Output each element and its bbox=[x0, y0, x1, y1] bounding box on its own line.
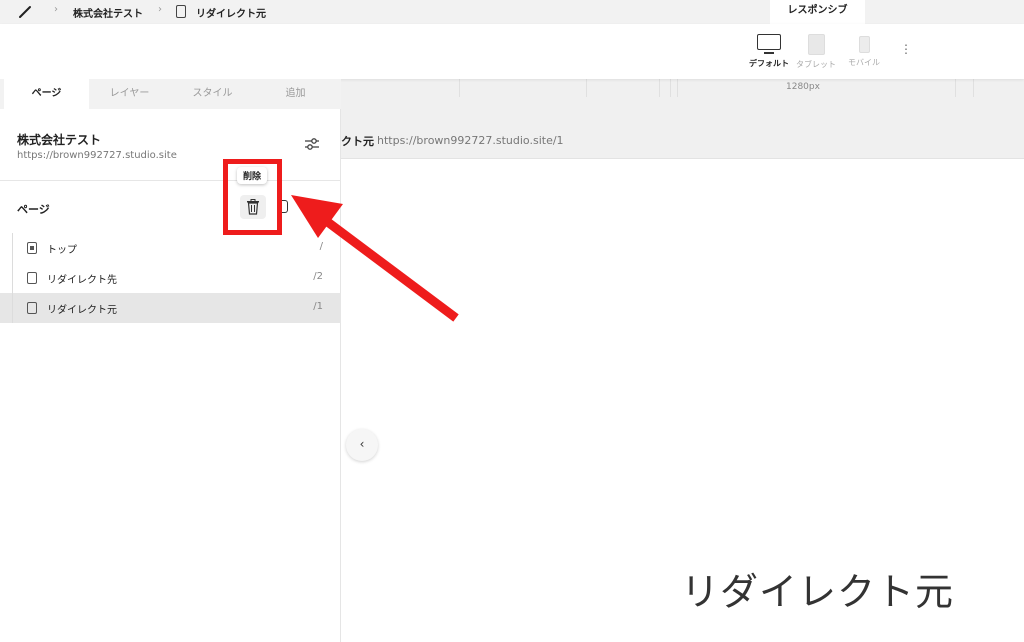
site-url[interactable]: https://brown992727.studio.site bbox=[17, 150, 177, 161]
canvas[interactable]: 1280px クト元 https://brown992727.studio.si… bbox=[341, 79, 1024, 642]
canvas-page-url[interactable]: https://brown992727.studio.site/1 bbox=[377, 134, 564, 147]
panel-tabs: ページ レイヤー スタイル 追加 bbox=[0, 79, 341, 109]
studio-editor: › 株式会社テスト › リダイレクト元 レスポンシブ デフォルト タブレット モ… bbox=[0, 0, 1024, 642]
ruler-tick bbox=[659, 79, 660, 97]
page-row-label: リダイレクト先 bbox=[47, 275, 117, 286]
tab-responsive[interactable]: レスポンシブ bbox=[770, 0, 865, 24]
tab-add[interactable]: 追加 bbox=[253, 79, 338, 109]
device-toolbar: デフォルト タブレット モバイル ⋮ bbox=[0, 24, 1024, 79]
page-row-redirect-source[interactable]: リダイレクト元 /1 bbox=[0, 293, 341, 323]
canvas-page-header: クト元 https://brown992727.studio.site/1 bbox=[341, 97, 1024, 159]
chevron-right-icon: › bbox=[158, 4, 162, 15]
ruler-tick bbox=[973, 79, 974, 97]
more-options-icon[interactable]: ⋮ bbox=[900, 42, 912, 56]
page-row-path: /2 bbox=[313, 271, 323, 282]
page-icon bbox=[27, 302, 37, 314]
tab-pages[interactable]: ページ bbox=[4, 79, 89, 109]
device-label: デフォルト bbox=[749, 59, 789, 68]
chevron-left-icon: ‹ bbox=[359, 437, 365, 451]
page-row-label: トップ bbox=[47, 245, 77, 256]
breakpoint-ruler: 1280px bbox=[341, 79, 1024, 97]
pen-icon[interactable] bbox=[18, 5, 32, 19]
device-default-button[interactable]: デフォルト bbox=[745, 34, 793, 69]
page-row-path: /1 bbox=[313, 301, 323, 312]
ruler-tick bbox=[955, 79, 956, 97]
pages-section-label: ページ bbox=[17, 203, 50, 216]
breadcrumb-page[interactable]: リダイレクト元 bbox=[196, 5, 266, 20]
page-heading[interactable]: リダイレクト元 bbox=[681, 561, 954, 616]
settings-sliders-icon[interactable] bbox=[303, 136, 321, 152]
breadcrumb-project[interactable]: 株式会社テスト bbox=[73, 5, 143, 20]
device-label: タブレット bbox=[796, 60, 836, 69]
page-row-path: / bbox=[319, 241, 323, 252]
chevron-right-icon: › bbox=[54, 4, 58, 15]
tab-layers[interactable]: レイヤー bbox=[87, 79, 172, 109]
tree-guide bbox=[12, 233, 13, 263]
ruler-tick bbox=[677, 79, 678, 97]
page-icon bbox=[27, 272, 37, 284]
tablet-icon bbox=[807, 34, 825, 55]
ruler-tick bbox=[459, 79, 460, 97]
annotation-highlight-box bbox=[223, 159, 282, 235]
divider bbox=[0, 180, 341, 181]
tab-styles[interactable]: スタイル bbox=[170, 79, 255, 109]
device-tablet-button[interactable]: タブレット bbox=[794, 34, 838, 70]
breadcrumb: › 株式会社テスト › リダイレクト元 レスポンシブ bbox=[0, 0, 1024, 24]
page-list: トップ / リダイレクト先 /2 リダイレクト元 /1 bbox=[0, 233, 341, 323]
tree-guide bbox=[12, 263, 13, 293]
page-row-top[interactable]: トップ / bbox=[0, 233, 341, 263]
home-page-icon bbox=[27, 242, 37, 254]
device-label: モバイル bbox=[848, 58, 880, 67]
left-panel: ページ レイヤー スタイル 追加 株式会社テスト https://brown99… bbox=[0, 79, 341, 642]
page-row-label: リダイレクト元 bbox=[47, 305, 117, 316]
canvas-width-label: 1280px bbox=[786, 82, 820, 92]
tree-guide bbox=[12, 293, 13, 323]
add-page-icon[interactable] bbox=[305, 200, 314, 213]
document-icon bbox=[176, 5, 186, 18]
ruler-tick bbox=[586, 79, 587, 97]
canvas-page-title: クト元 bbox=[341, 135, 374, 148]
page-row-redirect-target[interactable]: リダイレクト先 /2 bbox=[0, 263, 341, 293]
collapse-panel-button[interactable]: ‹ bbox=[346, 429, 378, 461]
device-mobile-button[interactable]: モバイル bbox=[843, 34, 885, 68]
phone-icon bbox=[858, 36, 870, 53]
site-name: 株式会社テスト bbox=[17, 133, 102, 147]
monitor-icon bbox=[757, 34, 781, 54]
ruler-tick bbox=[670, 79, 671, 97]
